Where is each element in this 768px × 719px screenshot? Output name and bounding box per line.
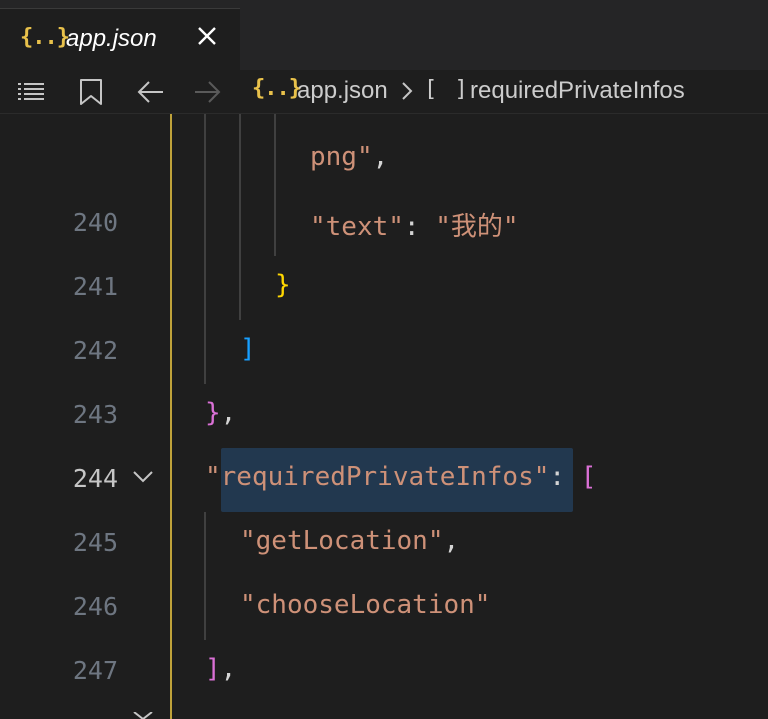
chevron-right-icon [402, 82, 413, 100]
arrow-right-icon[interactable] [192, 78, 222, 106]
list-icon[interactable] [16, 78, 46, 106]
code-text: } [275, 270, 291, 300]
code-text: png", [310, 142, 389, 172]
tab-bar: {..} app.json [0, 0, 768, 70]
line-number: 242 [72, 336, 118, 365]
code-text: }, [205, 398, 237, 428]
breadcrumb-key[interactable]: requiredPrivateInfos [470, 77, 685, 105]
json-braces-icon: {..} [20, 25, 70, 50]
code-line: 242 ] [0, 320, 768, 384]
code-line: png", [0, 128, 768, 192]
code-text: "requiredPrivateInfos": [ [205, 462, 597, 492]
code-text: "chooseLocation" [240, 590, 491, 620]
json-braces-icon: {..} [252, 76, 302, 101]
chevron-down-icon[interactable] [132, 712, 154, 719]
line-number: 247 [72, 656, 118, 685]
code-line: 243 }, [0, 384, 768, 448]
line-number: 241 [72, 272, 118, 301]
tab-label: app.json [66, 25, 157, 52]
tab-app-json[interactable]: {..} app.json [0, 8, 240, 70]
code-line: 240 "text": "我的" [0, 192, 768, 256]
breadcrumb-file[interactable]: app.json [297, 77, 388, 105]
array-brackets-icon: [ ] [424, 77, 470, 102]
bookmark-icon[interactable] [76, 78, 106, 106]
code-line: 247 ], [0, 640, 768, 704]
breadcrumb: {..} app.json [ ] requiredPrivateInfos [0, 70, 768, 114]
close-icon[interactable] [196, 25, 218, 47]
code-line: 241 } [0, 256, 768, 320]
chevron-down-icon[interactable] [132, 470, 154, 484]
line-number: 243 [72, 400, 118, 429]
line-number: 245 [72, 528, 118, 557]
code-text: "getLocation", [240, 526, 460, 556]
code-text: "text": "我的" [310, 212, 519, 242]
code-text: ], [205, 654, 237, 684]
line-number: 246 [72, 592, 118, 621]
code-editor[interactable]: png", 240 "text": "我的" 241 } 242 ] 243 }… [0, 114, 768, 719]
code-line: 245 "getLocation", [0, 512, 768, 576]
code-line-active: 244 "requiredPrivateInfos": [ [0, 448, 768, 512]
code-text: ] [240, 334, 256, 364]
code-line: 246 "chooseLocation" [0, 576, 768, 640]
line-number-active: 244 [72, 464, 118, 493]
line-number: 240 [72, 208, 118, 237]
arrow-left-icon[interactable] [136, 78, 166, 106]
